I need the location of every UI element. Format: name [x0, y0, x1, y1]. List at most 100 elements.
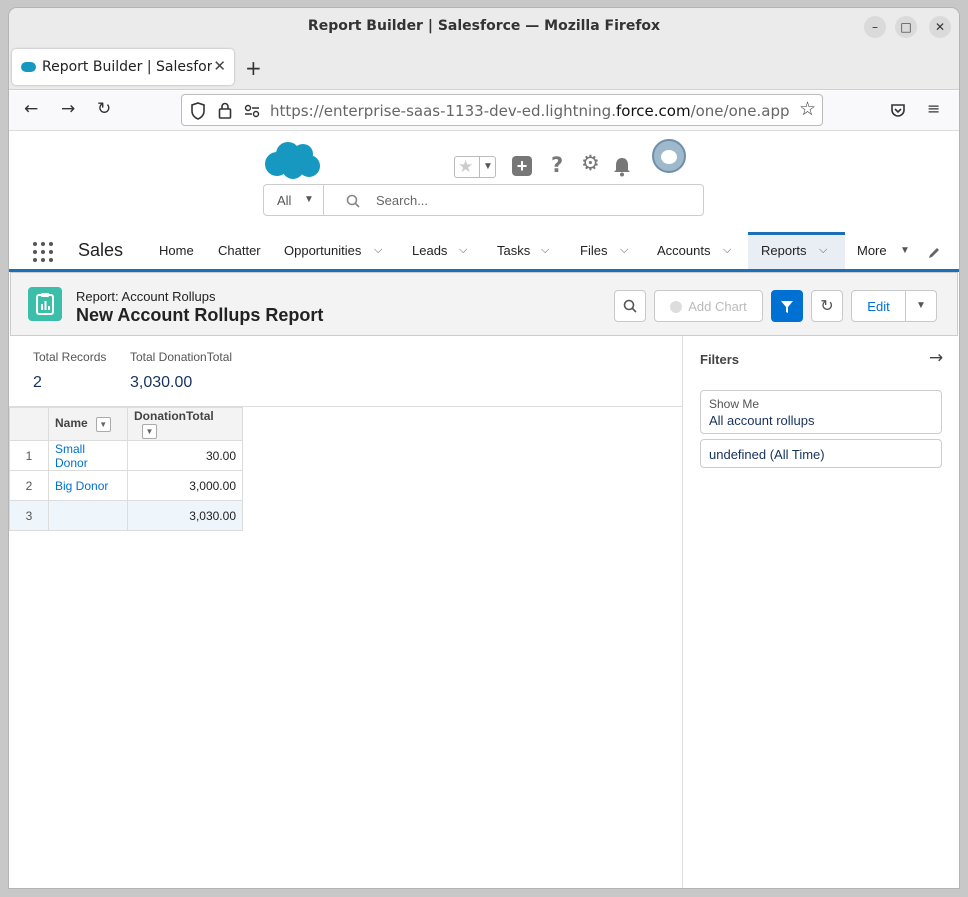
user-avatar[interactable] [652, 139, 686, 173]
nav-label: Files [580, 243, 608, 258]
column-label: DonationTotal [134, 409, 214, 424]
edit-nav-pencil-icon[interactable] [927, 246, 941, 260]
title-bar: Report Builder | Salesforce — Mozilla Fi… [9, 8, 959, 46]
bookmark-star-icon[interactable]: ☆ [799, 98, 816, 121]
funnel-icon [781, 301, 793, 313]
edit-button[interactable]: Edit [852, 291, 906, 321]
nav-item-files[interactable]: Files ⌵ [580, 232, 640, 269]
chevron-down-icon[interactable]: ⌵ [723, 244, 731, 257]
filter-toggle-button[interactable] [771, 290, 803, 322]
search-icon [623, 299, 637, 313]
column-header-name[interactable]: Name ▼ [48, 407, 128, 441]
app-launcher-icon[interactable] [33, 242, 53, 262]
chevron-down-icon[interactable]: ⌵ [819, 244, 827, 257]
nav-item-leads[interactable]: Leads ⌵ [412, 232, 477, 269]
browser-tab[interactable]: Report Builder | Salesforce ✕ [12, 49, 234, 85]
total-records-value: 2 [33, 374, 42, 391]
window-title: Report Builder | Salesforce — Mozilla Fi… [307, 18, 661, 34]
report-grid: Name ▼ DonationTotal▼ 1 Small Donor 30.00… [9, 406, 683, 531]
shield-icon [191, 102, 205, 120]
permissions-icon[interactable] [244, 104, 260, 118]
report-icon [28, 287, 62, 321]
minimize-icon[interactable]: – [864, 16, 886, 38]
nav-item-home[interactable]: Home [159, 232, 194, 269]
favorites-dropdown-icon[interactable]: ▼ [479, 157, 496, 177]
chevron-down-icon[interactable]: ⌵ [459, 244, 467, 257]
refresh-button[interactable]: ↻ [811, 290, 843, 322]
search-report-button[interactable] [614, 290, 646, 322]
global-search[interactable]: All ▼ Search... [263, 184, 704, 216]
donation-total-cell: 30.00 [127, 440, 243, 471]
report-body: Total Records 2 Total DonationTotal 3,03… [9, 336, 683, 888]
nav-label: Home [159, 243, 194, 258]
row-number-header [9, 407, 49, 441]
nav-item-tasks[interactable]: Tasks ⌵ [497, 232, 562, 269]
hamburger-menu-icon[interactable]: ≡ [927, 99, 940, 118]
date-filter[interactable]: undefined (All Time) [700, 439, 942, 468]
url-bar[interactable]: https://enterprise-saas-1133-dev-ed.ligh… [181, 94, 823, 126]
page-title: New Account Rollups Report [76, 305, 324, 325]
column-menu-icon[interactable]: ▼ [142, 423, 157, 439]
grand-total-row: 3 3,030.00 [9, 500, 243, 531]
column-header-donationtotal[interactable]: DonationTotal▼ [127, 407, 243, 441]
nav-item-accounts[interactable]: Accounts ⌵ [657, 232, 742, 269]
nav-item-more[interactable]: More ▼ [857, 232, 917, 269]
row-number: 2 [9, 470, 49, 501]
nav-label: Opportunities [284, 243, 362, 258]
filters-panel: Filters → Show Me All account rollups un… [684, 336, 959, 888]
salesforce-logo-icon[interactable] [263, 140, 321, 180]
chevron-down-icon[interactable]: ⌵ [620, 244, 628, 257]
add-chart-button[interactable]: Add Chart [654, 290, 763, 322]
caret-down-icon[interactable]: ▼ [900, 245, 910, 256]
nav-label: Tasks [497, 243, 531, 258]
account-name-link[interactable]: Small Donor [48, 440, 128, 471]
nav-label: Leads [412, 243, 448, 258]
back-arrow-icon[interactable]: ← [24, 99, 38, 119]
filters-title: Filters [700, 352, 740, 367]
account-name-link[interactable]: Big Donor [48, 470, 128, 501]
setup-gear-icon[interactable]: ⚙ [581, 151, 600, 175]
donation-total-cell: 3,030.00 [127, 500, 243, 531]
tab-close-icon[interactable]: ✕ [213, 57, 226, 75]
tab-label: Report Builder | Salesforce [42, 59, 212, 75]
date-filter-value: undefined (All Time) [709, 447, 825, 462]
global-actions-icon[interactable]: + [512, 156, 532, 176]
nav-item-chatter[interactable]: Chatter [218, 232, 261, 269]
collapse-filters-arrow-icon[interactable]: → [929, 348, 943, 368]
search-input[interactable]: Search... [376, 193, 428, 208]
row-number: 1 [9, 440, 49, 471]
navigation-bar: ← → ↻ https://enterprise-saas-1133-dev-e… [9, 91, 959, 131]
search-scope-dropdown[interactable]: All ▼ [264, 185, 324, 215]
column-menu-icon[interactable]: ▼ [95, 416, 111, 432]
report-type-label: Report: Account Rollups [76, 289, 216, 304]
show-me-filter[interactable]: Show Me All account rollups [700, 390, 942, 434]
url-domain: force.com [615, 102, 691, 120]
total-donation-value: 3,030.00 [130, 374, 193, 391]
total-name-cell [48, 500, 128, 531]
nav-item-opportunities[interactable]: Opportunities ⌵ [284, 232, 394, 269]
help-icon[interactable]: ? [551, 153, 563, 177]
close-icon[interactable]: ✕ [929, 16, 951, 38]
table-header-row: Name ▼ DonationTotal▼ [9, 407, 243, 441]
forward-arrow-icon[interactable]: → [61, 99, 75, 119]
chevron-down-icon[interactable]: ⌵ [541, 244, 549, 257]
favorites-button[interactable]: ★ ▼ [454, 156, 496, 178]
nav-item-reports[interactable]: Reports ⌵ [748, 232, 845, 269]
reload-icon[interactable]: ↻ [97, 99, 111, 119]
search-icon [346, 194, 360, 208]
edit-dropdown-icon[interactable]: ▼ [906, 291, 936, 321]
edit-button-group: Edit ▼ [851, 290, 937, 322]
tab-strip: Report Builder | Salesforce ✕ + [9, 46, 959, 90]
report-table: Name ▼ DonationTotal▼ 1 Small Donor 30.00… [9, 407, 243, 531]
new-tab-icon[interactable]: + [245, 56, 262, 80]
report-header: Report: Account Rollups New Account Roll… [10, 272, 958, 336]
url-suffix: /one/one.app#eyJ [690, 102, 790, 120]
app-navigation: Sales Home Chatter Opportunities ⌵ Leads ⌵… [9, 232, 959, 272]
maximize-icon[interactable]: □ [895, 16, 917, 38]
row-number: 3 [9, 500, 49, 531]
chevron-down-icon[interactable]: ⌵ [374, 244, 382, 257]
pocket-icon[interactable] [890, 102, 906, 118]
total-records-label: Total Records [33, 350, 107, 364]
scope-chevron-down-icon: ▼ [304, 194, 314, 205]
notifications-bell-icon[interactable] [613, 157, 631, 177]
